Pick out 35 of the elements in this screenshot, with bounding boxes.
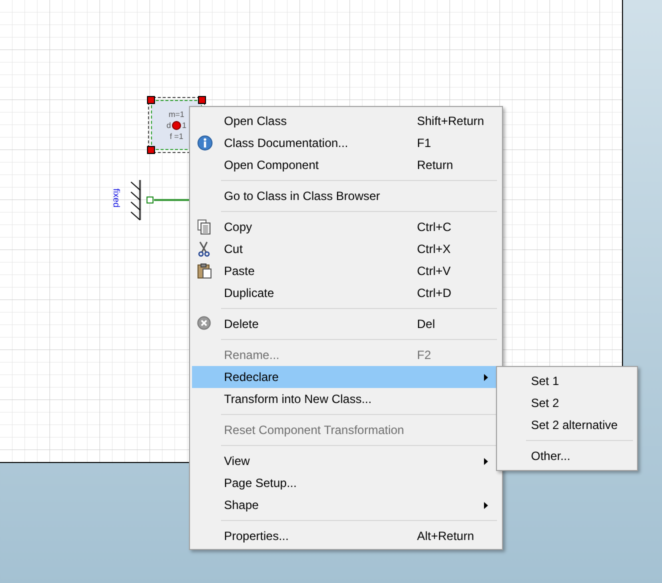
- menu-item[interactable]: Paste Ctrl+V: [192, 260, 500, 282]
- parameter-label: d: [166, 120, 171, 130]
- component-label: fixed: [112, 188, 122, 208]
- menu-item[interactable]: Transform into New Class...: [192, 388, 500, 410]
- menu-item[interactable]: Shape: [192, 494, 500, 516]
- copy-icon: [197, 219, 211, 235]
- submenu-arrow-icon: [484, 502, 488, 509]
- menu-item[interactable]: Delete Del: [192, 313, 500, 335]
- submenu-arrow-icon: [484, 374, 488, 381]
- menu-item[interactable]: View: [192, 450, 500, 472]
- parameter-label: f =1: [170, 130, 184, 142]
- menu-item[interactable]: Set 1: [499, 370, 635, 392]
- selection-handle[interactable]: [147, 146, 155, 154]
- menu-item[interactable]: Go to Class in Class Browser: [192, 185, 500, 207]
- menu-item[interactable]: Open Component Return: [192, 154, 500, 176]
- fixed-support-icon: [130, 180, 141, 220]
- menu-item[interactable]: Set 2: [499, 392, 635, 414]
- connection-line: [154, 199, 190, 201]
- scissors-icon: [197, 241, 211, 257]
- parameter-label: 1: [182, 120, 186, 130]
- menu-item[interactable]: Cut Ctrl+X: [192, 238, 500, 260]
- submenu-arrow-icon: [484, 458, 488, 465]
- parameter-label: m=1: [168, 108, 184, 120]
- menu-item[interactable]: Page Setup...: [192, 472, 500, 494]
- selection-handle[interactable]: [198, 96, 206, 104]
- connector-port: [146, 196, 154, 204]
- clipboard-icon: [197, 263, 212, 279]
- delete-icon: [197, 316, 211, 330]
- selection-handle[interactable]: [147, 96, 155, 104]
- menu-item[interactable]: Copy Ctrl+C: [192, 216, 500, 238]
- menu-item[interactable]: Duplicate Ctrl+D: [192, 282, 500, 304]
- menu-item[interactable]: Other...: [499, 445, 635, 467]
- info-icon: [197, 135, 213, 151]
- menu-item[interactable]: Set 2 alternative: [499, 414, 635, 436]
- menu-item[interactable]: Properties... Alt+Return: [192, 525, 500, 547]
